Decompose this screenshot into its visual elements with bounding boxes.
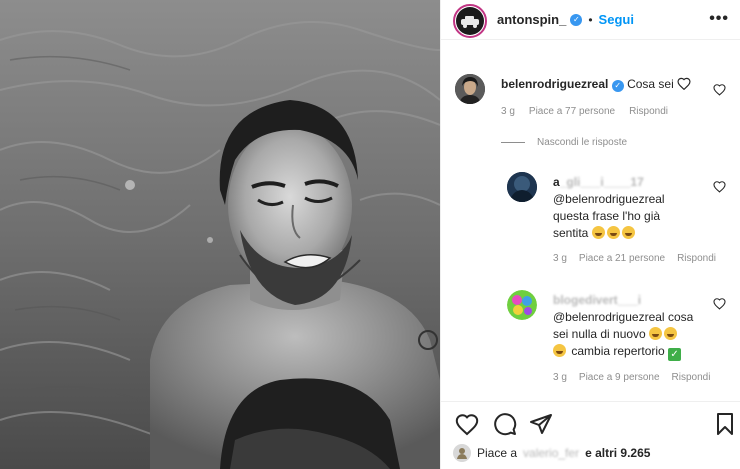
reply-body-line1: questa frase l'ho già xyxy=(553,209,661,223)
reply-meta: 3 g Piace a 21 persone Rispondi xyxy=(553,253,723,264)
hide-replies-label: Nascondi le risposte xyxy=(537,137,628,148)
share-icon[interactable] xyxy=(529,412,553,436)
liker-avatar xyxy=(453,444,471,462)
reply-time: 3 g xyxy=(553,372,567,383)
laughing-emoji-icon xyxy=(621,226,635,239)
avatar-photo xyxy=(455,74,485,104)
heart-emoji-icon xyxy=(677,77,691,91)
reply-avatar[interactable] xyxy=(507,172,537,202)
divider-line xyxy=(501,142,525,143)
reply-body-line2: sei nulla di nuovo xyxy=(553,327,646,341)
likes-user[interactable]: valerio_fer xyxy=(523,446,579,460)
bookmark-icon[interactable] xyxy=(713,412,737,436)
like-reply-heart-icon[interactable] xyxy=(713,180,726,193)
reply-avatar[interactable] xyxy=(507,290,537,320)
photo-illustration xyxy=(0,0,440,469)
reply-body-line1: cosa xyxy=(667,310,694,324)
laughing-emoji-icon xyxy=(664,327,678,340)
car-logo-icon xyxy=(461,16,479,28)
post-likes[interactable]: Piace a valerio_fer e altri 9.265 xyxy=(453,444,650,462)
verified-icon: ✓ xyxy=(611,79,624,92)
post-photo[interactable] xyxy=(0,0,440,469)
comment-username[interactable]: belenrodriguezreal xyxy=(501,77,608,91)
comment-icon[interactable] xyxy=(493,412,517,436)
follow-button[interactable]: Segui xyxy=(599,12,634,27)
comment-text: belenrodriguezreal ✓ Cosa sei xyxy=(501,76,711,93)
comment-meta: 3 g Piace a 77 persone Rispondi xyxy=(501,106,668,117)
author-avatar[interactable] xyxy=(453,4,487,38)
comment-time: 3 g xyxy=(501,106,515,117)
reply-meta: 3 g Piace a 9 persone Rispondi xyxy=(553,372,723,383)
like-reply-heart-icon[interactable] xyxy=(713,297,726,310)
comment-body: Cosa sei xyxy=(627,77,674,91)
post-action-bar xyxy=(441,401,740,441)
verified-icon: ✓ xyxy=(570,13,583,26)
more-icon[interactable]: ••• xyxy=(709,10,729,28)
avatar-logo xyxy=(507,290,537,320)
likes-prefix: Piace a xyxy=(477,446,518,460)
heart-icon[interactable] xyxy=(455,412,479,436)
reply-likes[interactable]: Piace a 21 persone xyxy=(579,253,665,264)
reply-time: 3 g xyxy=(553,253,567,264)
likes-suffix[interactable]: e altri 9.265 xyxy=(585,446,650,460)
reply-mention[interactable]: @belenrodriguezreal xyxy=(553,310,665,324)
laughing-emoji-icon xyxy=(553,344,566,357)
reply-username[interactable]: a_gli___i____17 xyxy=(553,175,644,189)
laughing-emoji-icon xyxy=(606,226,620,239)
commenter-avatar[interactable] xyxy=(455,74,485,104)
like-comment-heart-icon[interactable] xyxy=(713,83,726,96)
reply-body-line3: cambia repertorio xyxy=(571,344,665,358)
laughing-emoji-icon xyxy=(649,327,663,340)
liker-avatar-icon xyxy=(457,448,467,459)
laughing-emoji-icon xyxy=(591,226,605,239)
reply-likes[interactable]: Piace a 9 persone xyxy=(579,372,660,383)
reply-button[interactable]: Rispondi xyxy=(629,106,668,117)
avatar-photo xyxy=(507,172,537,202)
hide-replies-toggle[interactable]: Nascondi le risposte xyxy=(501,137,627,148)
reply-username[interactable]: blogedivert___i xyxy=(553,293,641,307)
separator-dot: • xyxy=(588,12,593,27)
reply-text: a_gli___i____17 @belenrodriguezreal ques… xyxy=(553,174,713,242)
reply-button[interactable]: Rispondi xyxy=(672,372,711,383)
reply-mention[interactable]: @belenrodriguezreal xyxy=(553,192,665,206)
comment-likes[interactable]: Piace a 77 persone xyxy=(529,106,615,117)
author-username[interactable]: antonspin_ xyxy=(497,12,566,27)
reply-body-line2: sentita xyxy=(553,226,589,240)
post-header: antonspin_ ✓ • Segui ••• xyxy=(441,0,740,40)
reply-button[interactable]: Rispondi xyxy=(677,253,716,264)
check-mark-icon: ✓ xyxy=(668,348,682,361)
post-detail-panel: antonspin_ ✓ • Segui ••• belenrodriguezr… xyxy=(440,0,740,469)
reply-text: blogedivert___i @belenrodriguezreal cosa… xyxy=(553,292,713,361)
